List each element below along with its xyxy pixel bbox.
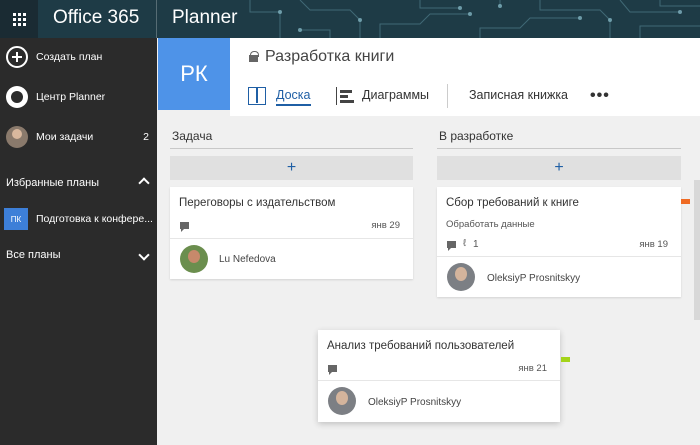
- task-card[interactable]: Сбор требований к книге Обработать данны…: [437, 187, 681, 297]
- add-circle-icon: [6, 46, 28, 68]
- user-avatar: [6, 126, 28, 148]
- office-365-link[interactable]: Office 365: [53, 7, 139, 29]
- due-date: янв 21: [518, 363, 547, 374]
- app-launcher-button[interactable]: [0, 0, 38, 38]
- charts-icon: [336, 87, 354, 105]
- waffle-icon: [12, 12, 26, 26]
- sidebar-item-my-tasks[interactable]: Мои задачи 2: [0, 119, 157, 155]
- sidebar-item-label: Подготовка к конфере...: [36, 213, 153, 225]
- bucket-title[interactable]: Задача: [172, 129, 212, 143]
- sidebar: Создать план Центр Planner Мои задачи 2 …: [0, 38, 157, 445]
- plan-initials-badge: ПК: [4, 208, 28, 230]
- due-date: янв 29: [371, 220, 400, 231]
- tab-notebook[interactable]: Записная книжка: [469, 88, 568, 102]
- all-plans-section-toggle[interactable]: Все планы: [0, 237, 157, 273]
- due-date: янв 19: [639, 239, 668, 250]
- add-task-button[interactable]: +: [437, 156, 681, 180]
- sidebar-item-label: Центр Planner: [36, 91, 106, 103]
- assignee-avatar: [180, 245, 208, 273]
- top-bar: Office 365 Planner: [0, 0, 700, 38]
- card-divider: [437, 256, 681, 257]
- comment-icon: [447, 241, 456, 251]
- assignee-avatar: [447, 263, 475, 291]
- paperclip-icon: ℓ: [463, 238, 467, 249]
- assignee-avatar: [328, 387, 356, 415]
- board-scrollbar[interactable]: [694, 180, 700, 320]
- task-title: Сбор требований к книге: [446, 197, 579, 209]
- attachment-count: 1: [473, 239, 479, 250]
- all-plans-header: Все планы: [6, 249, 61, 261]
- topbar-divider: [156, 0, 157, 38]
- plan-title: Разработка книги: [265, 48, 395, 65]
- tab-charts[interactable]: Диаграммы: [362, 88, 429, 102]
- comment-icon: [180, 222, 189, 232]
- tab-board[interactable]: Доска: [276, 88, 311, 106]
- plan-tile: РК: [158, 38, 230, 110]
- add-task-button[interactable]: +: [170, 156, 413, 180]
- my-tasks-count: 2: [143, 131, 149, 143]
- assignee-name: OleksiyP Prosnitskyy: [487, 273, 581, 284]
- dragged-task-card[interactable]: Анализ требований пользователей янв 21 O…: [318, 330, 560, 422]
- sidebar-item-label: Создать план: [36, 51, 103, 63]
- favorites-header: Избранные планы: [6, 177, 100, 189]
- sidebar-item-label: Мои задачи: [36, 131, 94, 143]
- app-name[interactable]: Planner: [172, 7, 238, 29]
- task-checklist-preview: Обработать данные: [446, 219, 535, 230]
- more-options-button[interactable]: •••: [590, 87, 610, 105]
- task-title: Анализ требований пользователей: [327, 340, 515, 352]
- board-icon: [248, 87, 266, 105]
- assignee-name: OleksiyP Prosnitskyy: [368, 397, 462, 408]
- task-title: Переговоры с издательством: [179, 197, 336, 209]
- bucket-underline: [437, 148, 681, 149]
- lock-icon: [249, 51, 259, 62]
- chevron-down-icon: [138, 249, 150, 261]
- planner-hub-icon: [6, 86, 28, 108]
- bucket-underline: [170, 148, 413, 149]
- bucket-title[interactable]: В разработке: [439, 129, 513, 143]
- label-tag: [681, 199, 690, 204]
- task-card[interactable]: Переговоры с издательством янв 29 Lu Nef…: [170, 187, 413, 279]
- sidebar-item-create-plan[interactable]: Создать план: [0, 39, 157, 75]
- label-tag: [561, 357, 570, 362]
- sidebar-item-favorite-plan[interactable]: ПК Подготовка к конфере...: [0, 201, 157, 237]
- card-divider: [318, 380, 560, 381]
- chevron-up-icon: [138, 177, 150, 189]
- assignee-name: Lu Nefedova: [219, 254, 276, 265]
- card-divider: [170, 238, 413, 239]
- comment-icon: [328, 365, 337, 375]
- tab-separator: [447, 84, 448, 108]
- sidebar-item-hub[interactable]: Центр Planner: [0, 79, 157, 115]
- favorites-section-toggle[interactable]: Избранные планы: [0, 165, 157, 201]
